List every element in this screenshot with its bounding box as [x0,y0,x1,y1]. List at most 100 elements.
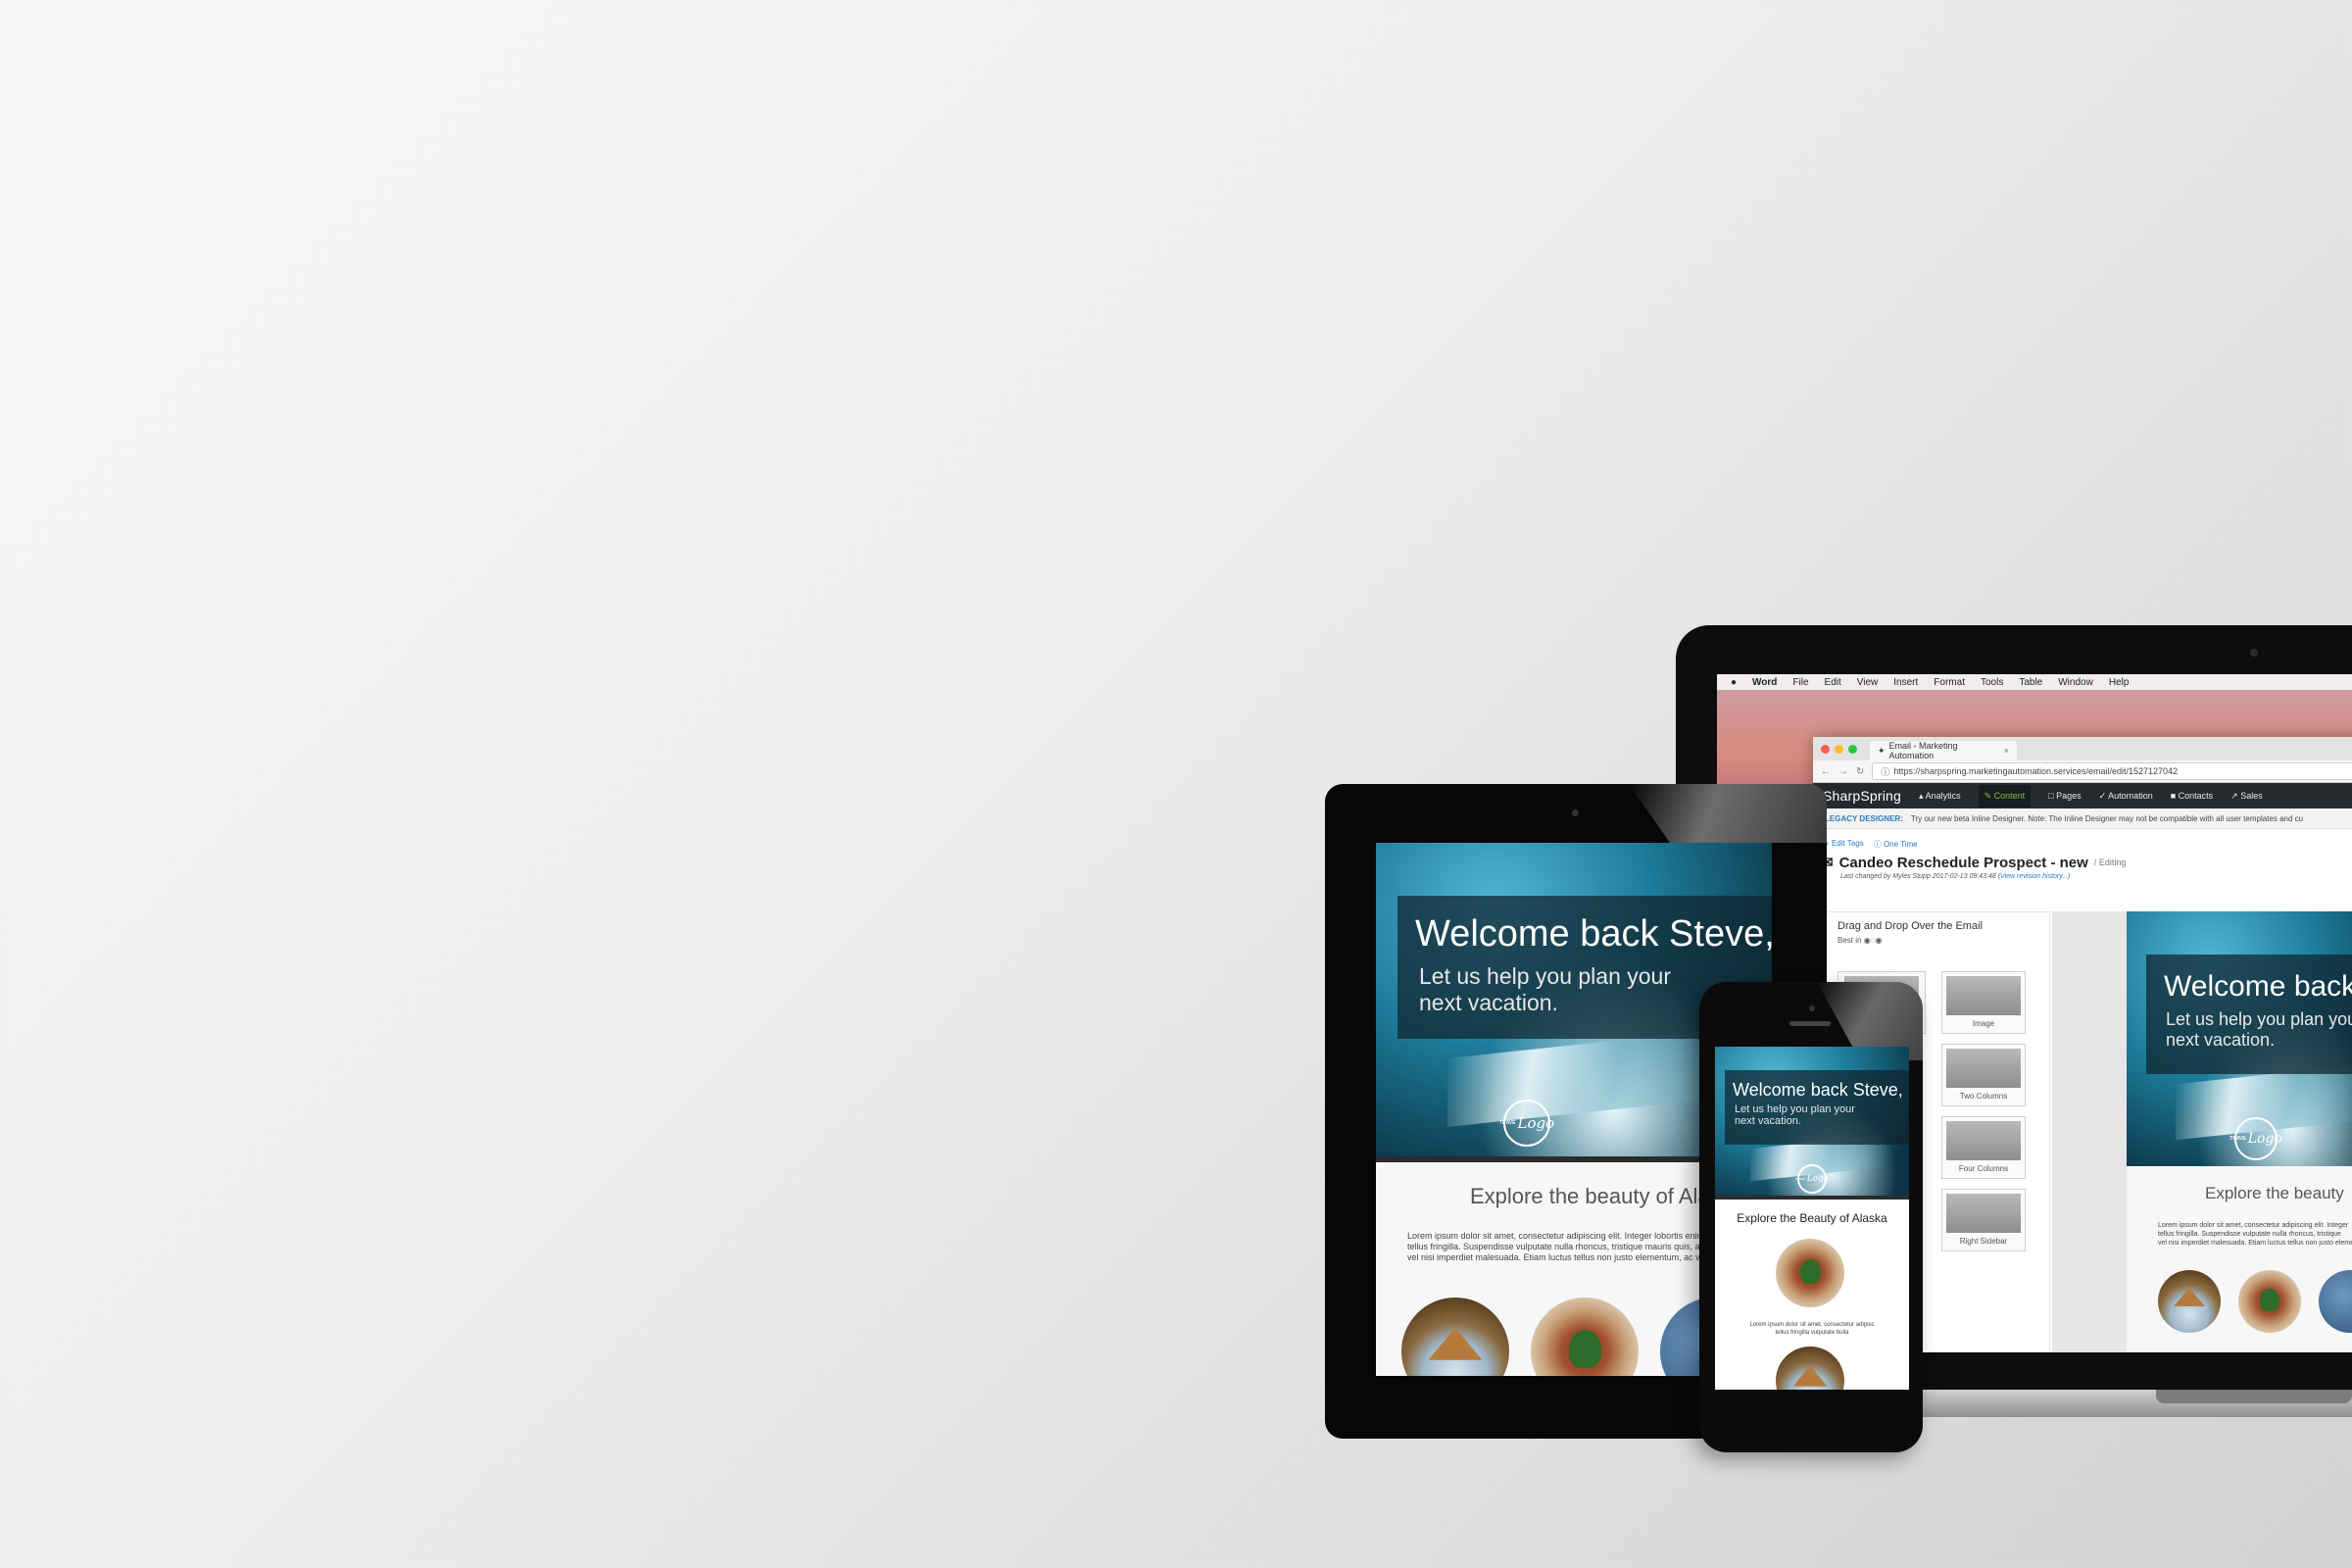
phone-speaker [1789,1021,1831,1026]
laptop-hero-title: Welcome back Steve, [2164,970,2352,1003]
address-url: https://sharpspring.marketingautomation.… [1893,766,2179,776]
forward-arrow-icon[interactable]: → [1838,766,1848,777]
block-right-sidebar-thumb [1946,1194,2021,1233]
close-tab-icon[interactable]: × [2004,746,2009,756]
nav-pages-label: Pages [2056,791,2082,801]
tablet-logo-small: TRAVE [1498,1120,1516,1126]
sharpspring-logo[interactable]: SharpSpring [1823,788,1901,804]
email-title: Candeo Reschedule Prospect - new [1838,854,2088,871]
phone-section-heading: Explore the Beauty of Alaska [1737,1211,1887,1225]
laptop-third-image [2319,1270,2352,1333]
phone-body-line-1: Lorem ipsum dolor sit amet, consectetur … [1749,1322,1875,1328]
email-status: / Editing [2093,858,2127,867]
block-two-columns[interactable]: Two Columns [1941,1044,2026,1106]
menu-window[interactable]: Window [2058,677,2093,688]
block-two-columns-label: Two Columns [1959,1092,2008,1101]
app-nav: SharpSpring ▴ Analytics ✎ Content □ Page… [1813,783,2352,808]
tablet-body-line-2: tellus fringilla. Suspendisse vulputate … [1407,1242,1727,1251]
edit-tags-label: Edit Tags [1831,839,1864,848]
tablet-camera [1572,809,1579,816]
browser-icons: ◉◌◉ [1863,936,1883,945]
nav-contacts[interactable]: ■ Contacts [2171,791,2213,801]
phone-hero-divider [1715,1196,1909,1200]
phone-house-image [1776,1347,1844,1390]
email-title-row: ✉ Candeo Reschedule Prospect - new / Edi… [1813,850,2352,872]
menu-edit[interactable]: Edit [1825,677,1841,688]
drag-drop-title: Drag and Drop Over the Email [1838,920,1983,932]
tablet-body-line-3: vel nisi imperdiet malesuada. Etiam luct… [1407,1252,1720,1262]
tablet-hero-ice [1446,1028,1725,1128]
tab-favicon-icon: ✦ [1878,745,1886,756]
tab-title: Email - Marketing Automation [1888,741,1958,760]
block-image[interactable]: Image [1941,971,2026,1034]
nav-sales[interactable]: ↗ Sales [2230,791,2263,802]
laptop-travel-logo: TRAVE Logo [2230,1117,2282,1160]
nav-pages[interactable]: □ Pages [2048,791,2081,801]
nav-automation[interactable]: ✓ Automation [2099,791,2153,802]
block-right-sidebar[interactable]: Right Sidebar [1941,1189,2026,1251]
revision-history-link[interactable]: (View revision history...) [1998,873,2071,880]
laptop-house-image [2158,1270,2221,1333]
laptop-section-heading: Explore the beauty [2205,1184,2344,1202]
nav-contacts-label: Contacts [2178,791,2214,801]
one-time-label: One Time [1883,840,1918,849]
back-arrow-icon[interactable]: ← [1821,766,1831,777]
menu-format[interactable]: Format [1934,677,1965,688]
phone-hero-subtitle-1: Let us help you plan your [1735,1103,1855,1115]
laptop-base-notch [2156,1390,2352,1403]
laptop-logo-small: TRAVE [2230,1136,2246,1142]
browser-tab-strip: ✦ Email - Marketing Automation × [1813,737,2352,760]
legacy-label: LEGACY DESIGNER: [1825,813,1903,823]
apple-icon[interactable]: ● [1731,677,1737,688]
nav-automation-label: Automation [2108,790,2153,801]
tablet-logo-script: Logo [1517,1114,1555,1132]
block-four-columns[interactable]: Four Columns [1941,1116,2026,1179]
phone-food-image [1776,1239,1844,1307]
menu-insert[interactable]: Insert [1893,677,1918,688]
block-image-label: Image [1972,1019,1995,1028]
drag-drop-subtitle-text: Best in [1838,936,1862,945]
close-window-icon[interactable] [1821,745,1830,754]
block-two-columns-thumb [1946,1049,2021,1088]
block-four-columns-thumb [1946,1121,2021,1160]
laptop-body-line-3: vel nisi imperdiet malesuada. Etiam luct… [2158,1240,2352,1247]
phone-body-text: Lorem ipsum dolor sit amet, consectetur … [1715,1321,1909,1337]
phone-hero-title: Welcome back Steve, [1733,1080,1903,1100]
laptop-hero: Welcome back Steve, Let us help you plan… [2127,911,2352,1166]
laptop-body-line-2: tellus fringilla. Suspendisse vulputate … [2158,1231,2341,1238]
phone-body-line-2: tellus fringilla vulputate bulla [1775,1330,1849,1336]
menu-tools[interactable]: Tools [1981,677,2003,688]
tablet-hero-title: Welcome back Steve, [1415,913,1772,955]
reload-icon[interactable]: ↻ [1856,766,1864,777]
maximize-window-icon[interactable] [1848,745,1857,754]
legacy-text[interactable]: Try our new beta Inline Designer. Note: … [1911,814,2303,823]
browser-tab[interactable]: ✦ Email - Marketing Automation × [1870,741,2017,760]
edit-tags-link[interactable]: ✎ Edit Tags [1823,839,1864,850]
tablet-gloss [1629,784,1827,843]
minimize-window-icon[interactable] [1835,745,1843,754]
nav-analytics-label: Analytics [1925,790,1961,801]
menu-help[interactable]: Help [2109,677,2130,688]
last-changed-text: Last changed by Myles Stupp 2017-02-13 0… [1840,873,1996,880]
info-icon: ⓘ [1881,766,1890,777]
tablet-travel-logo: TRAVE Logo [1499,1100,1554,1147]
laptop-hero-overlay: Welcome back Steve, Let us help you plan… [2146,955,2352,1074]
nav-content[interactable]: ✎ Content [1978,784,2032,808]
tablet-food-image [1531,1298,1639,1376]
tablet-house-image [1401,1298,1509,1376]
phone-camera [1809,1005,1815,1011]
one-time-link[interactable]: ⓘ One Time [1874,839,1918,850]
laptop-camera [2250,649,2258,657]
phone-device: Welcome back Steve, Let us help you plan… [1699,982,1923,1452]
menu-file[interactable]: File [1792,677,1808,688]
phone-screen: Welcome back Steve, Let us help you plan… [1715,1047,1909,1390]
panel-gutter [2052,911,2127,1352]
nav-analytics[interactable]: ▴ Analytics [1919,791,1961,802]
address-bar[interactable]: ⓘ https://sharpspring.marketingautomatio… [1872,762,2352,780]
menu-view[interactable]: View [1857,677,1879,688]
laptop-hero-subtitle-2: next vacation. [2166,1030,2276,1050]
menu-table[interactable]: Table [2019,677,2042,688]
menubar-app-name[interactable]: Word [1752,677,1777,688]
phone-hero: Welcome back Steve, Let us help you plan… [1715,1047,1909,1196]
drag-drop-subtitle: Best in ◉◌◉ [1824,932,2049,945]
